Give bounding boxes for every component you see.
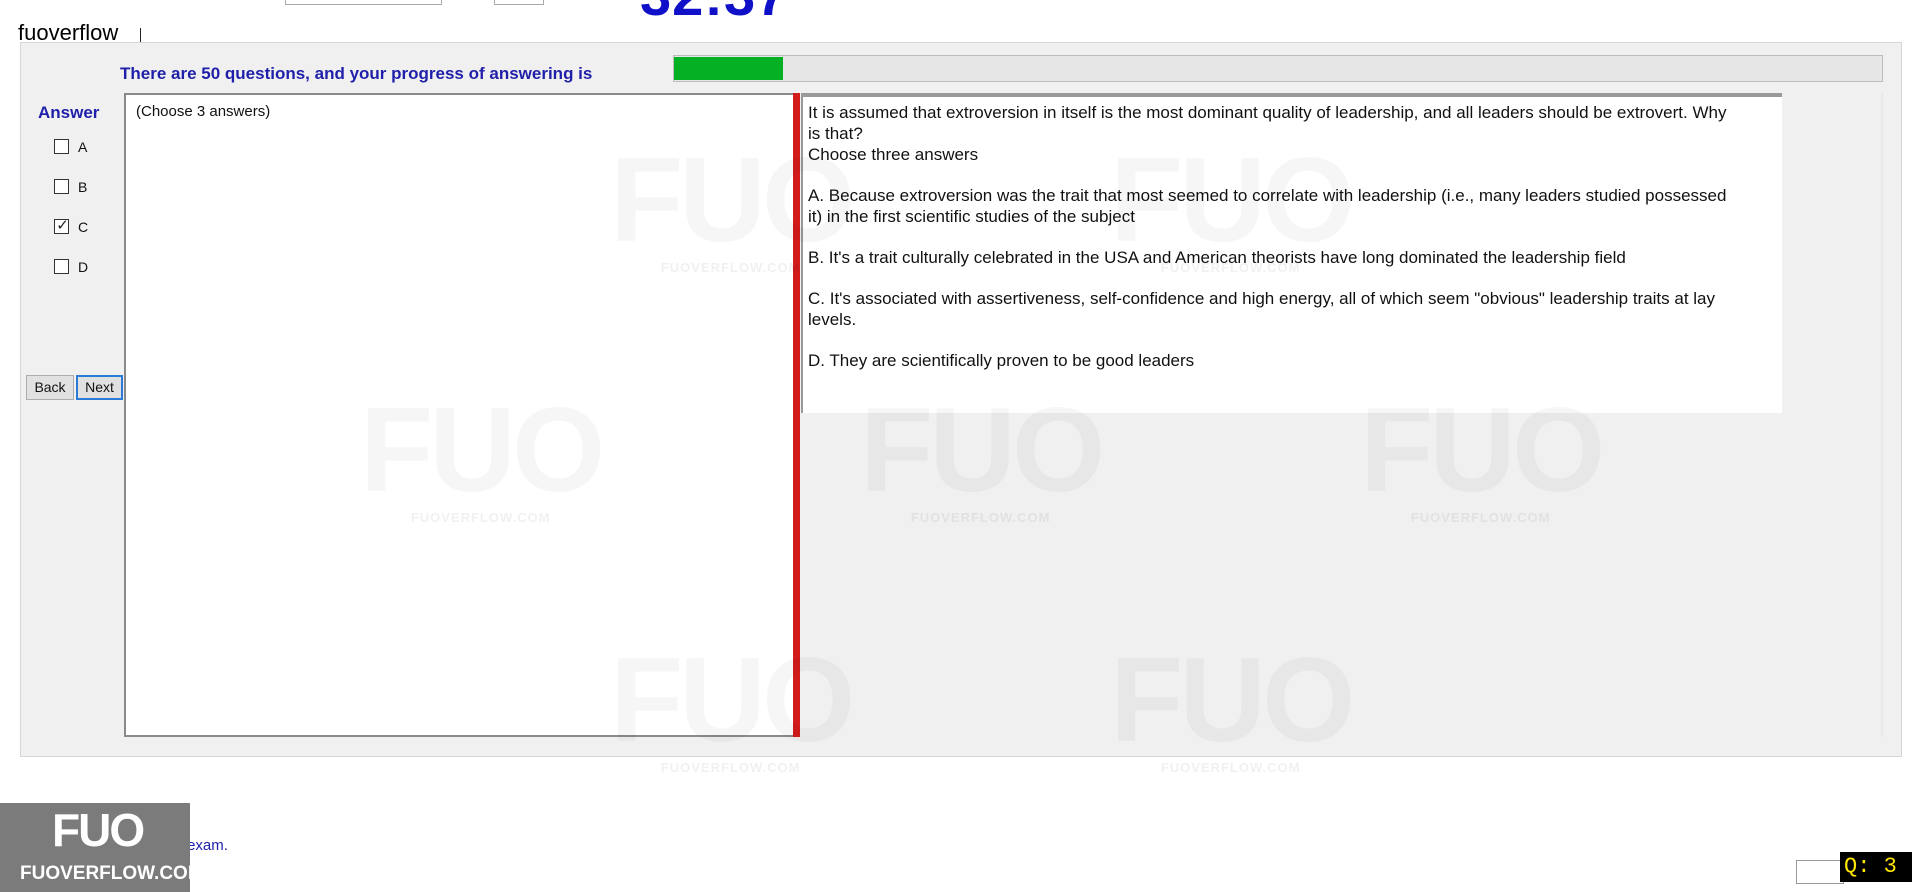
top-input-field[interactable] [285,0,442,5]
option-c-checkbox[interactable]: ✓ [54,217,69,234]
answer-pane[interactable]: (Choose 3 answers) [124,93,796,737]
choice-c-text: C. It's associated with assertiveness, s… [808,289,1716,329]
question-stem: It is assumed that extroversion in itsel… [808,103,1727,143]
next-button[interactable]: Next [76,375,123,400]
question-pane: It is assumed that extroversion in itsel… [801,93,1782,413]
option-d-label: D [78,259,89,275]
bottom-input-field[interactable] [1796,860,1844,884]
logo-text: FUOVERFLOW.COM [20,863,204,884]
back-button[interactable]: Back [26,375,74,400]
question-instruction: Choose three answers [808,145,979,164]
option-a-label: A [78,139,88,155]
question-number-badge: Q: 3 [1840,852,1912,882]
logo-mark: FUO [52,804,145,856]
check-icon: ✓ [56,217,69,234]
choice-a-text: A. Because extroversion was the trait th… [808,186,1727,226]
countdown-timer: 32:37 [640,0,788,24]
question-text: It is assumed that extroversion in itsel… [808,102,1738,371]
top-spinner-field[interactable] [494,0,544,5]
option-d-checkbox[interactable] [54,259,69,274]
choice-d-text: D. They are scientifically proven to be … [808,351,1195,370]
fuoverflow-logo: FUO FUOVERFLOW.COM [0,803,204,892]
option-c-label: C [78,219,89,235]
choice-b-text: B. It's a trait culturally celebrated in… [808,248,1626,267]
option-b-checkbox[interactable] [54,179,69,194]
answer-title: Answer [38,103,100,122]
progress-fill [674,57,783,80]
pane-splitter[interactable] [793,93,800,737]
option-a-checkbox[interactable] [54,139,69,154]
right-pane-edge [1881,93,1883,737]
answer-instruction: (Choose 3 answers) [136,103,271,120]
progress-label: There are 50 questions, and your progres… [120,64,593,83]
option-b-label: B [78,179,88,195]
progress-bar [673,55,1883,82]
